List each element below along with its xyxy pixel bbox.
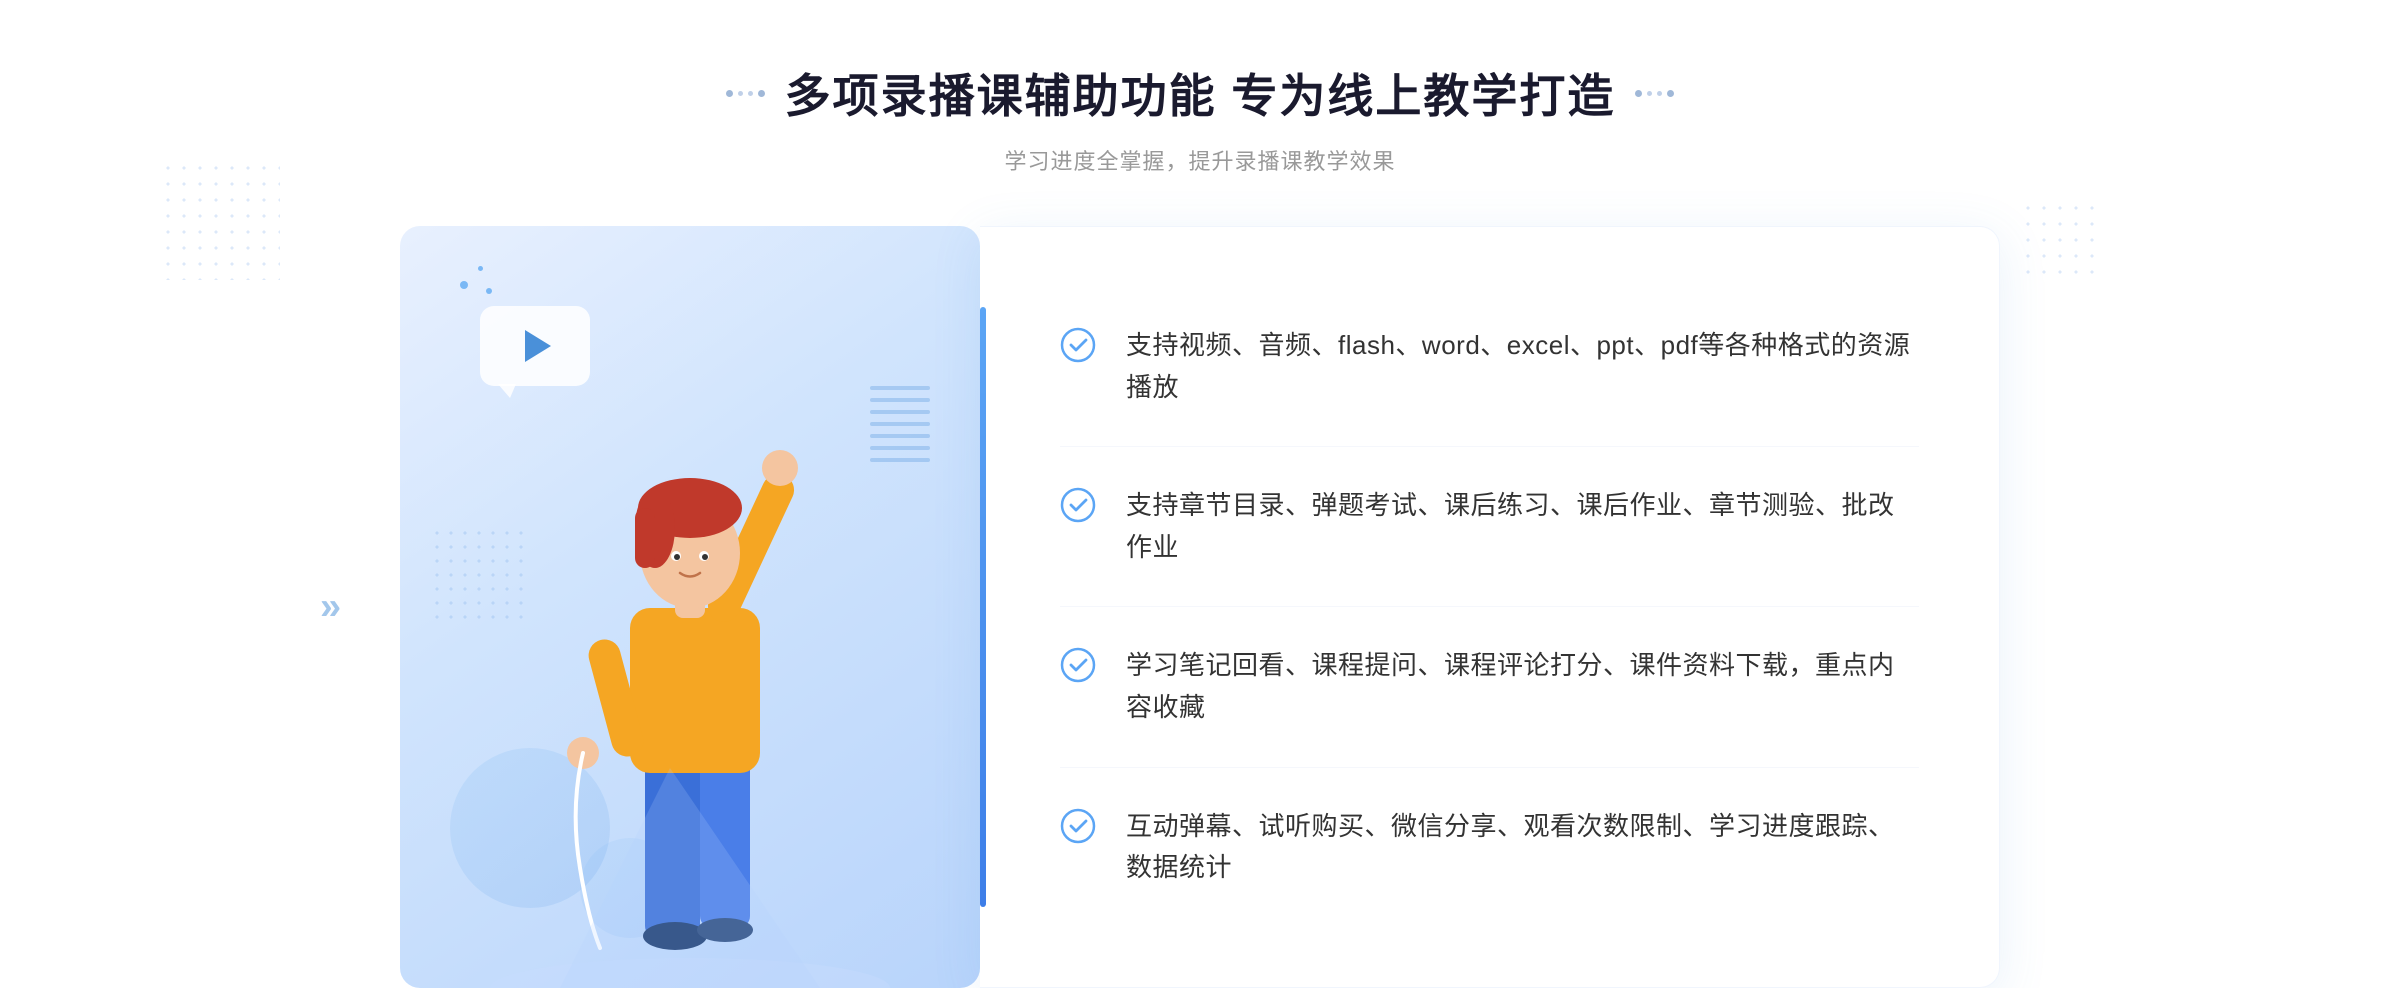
check-circle-icon-2: [1060, 487, 1096, 523]
feature-text-2: 支持章节目录、弹题考试、课后练习、课后作业、章节测验、批改作业: [1126, 485, 1919, 568]
feature-item-2: 支持章节目录、弹题考试、课后练习、课后作业、章节测验、批改作业: [1060, 447, 1919, 607]
person-illustration: [480, 388, 900, 988]
title-row: 多项录播课辅助功能 专为线上教学打造: [726, 60, 1675, 126]
feature-text-1: 支持视频、音频、flash、word、excel、ppt、pdf等各种格式的资源…: [1126, 325, 1919, 408]
check-circle-icon-4: [1060, 808, 1096, 844]
title-decoration-right: [1635, 90, 1674, 97]
dot-pattern-left: [160, 160, 280, 280]
main-title: 多项录播课辅助功能 专为线上教学打造: [785, 60, 1616, 126]
features-panel: 支持视频、音频、flash、word、excel、ppt、pdf等各种格式的资源…: [980, 226, 2000, 988]
sparkle-2: [478, 266, 483, 271]
play-bubble: [480, 306, 590, 401]
header-section: 多项录播课辅助功能 专为线上教学打造 学习进度全掌握，提升录播课教学效果: [726, 60, 1675, 176]
deco-dot: [1667, 90, 1674, 97]
feature-item-4: 互动弹幕、试听购买、微信分享、观看次数限制、学习进度跟踪、数据统计: [1060, 768, 1919, 927]
feature-item-3: 学习笔记回看、课程提问、课程评论打分、课件资料下载，重点内容收藏: [1060, 607, 1919, 767]
deco-dot: [738, 91, 743, 96]
header-subtitle: 学习进度全掌握，提升录播课教学效果: [726, 144, 1675, 176]
deco-dot: [758, 90, 765, 97]
check-circle-icon-1: [1060, 327, 1096, 363]
deco-dot: [748, 91, 753, 96]
play-icon: [525, 330, 551, 362]
page-container: 多项录播课辅助功能 专为线上教学打造 学习进度全掌握，提升录播课教学效果: [0, 0, 2400, 974]
chevron-left-arrow: »: [320, 585, 341, 628]
deco-dot: [1635, 90, 1642, 97]
deco-dot: [1647, 91, 1652, 96]
dot-pattern-right: [2020, 200, 2100, 280]
deco-dot: [1657, 91, 1662, 96]
deco-dot: [726, 90, 733, 97]
illustration-card: [400, 226, 980, 988]
main-content: » 支持视频、音频、flash、word、excel、ppt、pdf等各种格式的…: [400, 226, 2000, 988]
feature-text-4: 互动弹幕、试听购买、微信分享、观看次数限制、学习进度跟踪、数据统计: [1126, 806, 1919, 889]
check-circle-icon-3: [1060, 647, 1096, 683]
sparkle-3: [486, 288, 492, 294]
title-decoration-left: [726, 90, 765, 97]
feature-item-1: 支持视频、音频、flash、word、excel、ppt、pdf等各种格式的资源…: [1060, 287, 1919, 447]
play-bubble-body: [480, 306, 590, 386]
feature-text-3: 学习笔记回看、课程提问、课程评论打分、课件资料下载，重点内容收藏: [1126, 645, 1919, 728]
sparkle-1: [460, 281, 468, 289]
